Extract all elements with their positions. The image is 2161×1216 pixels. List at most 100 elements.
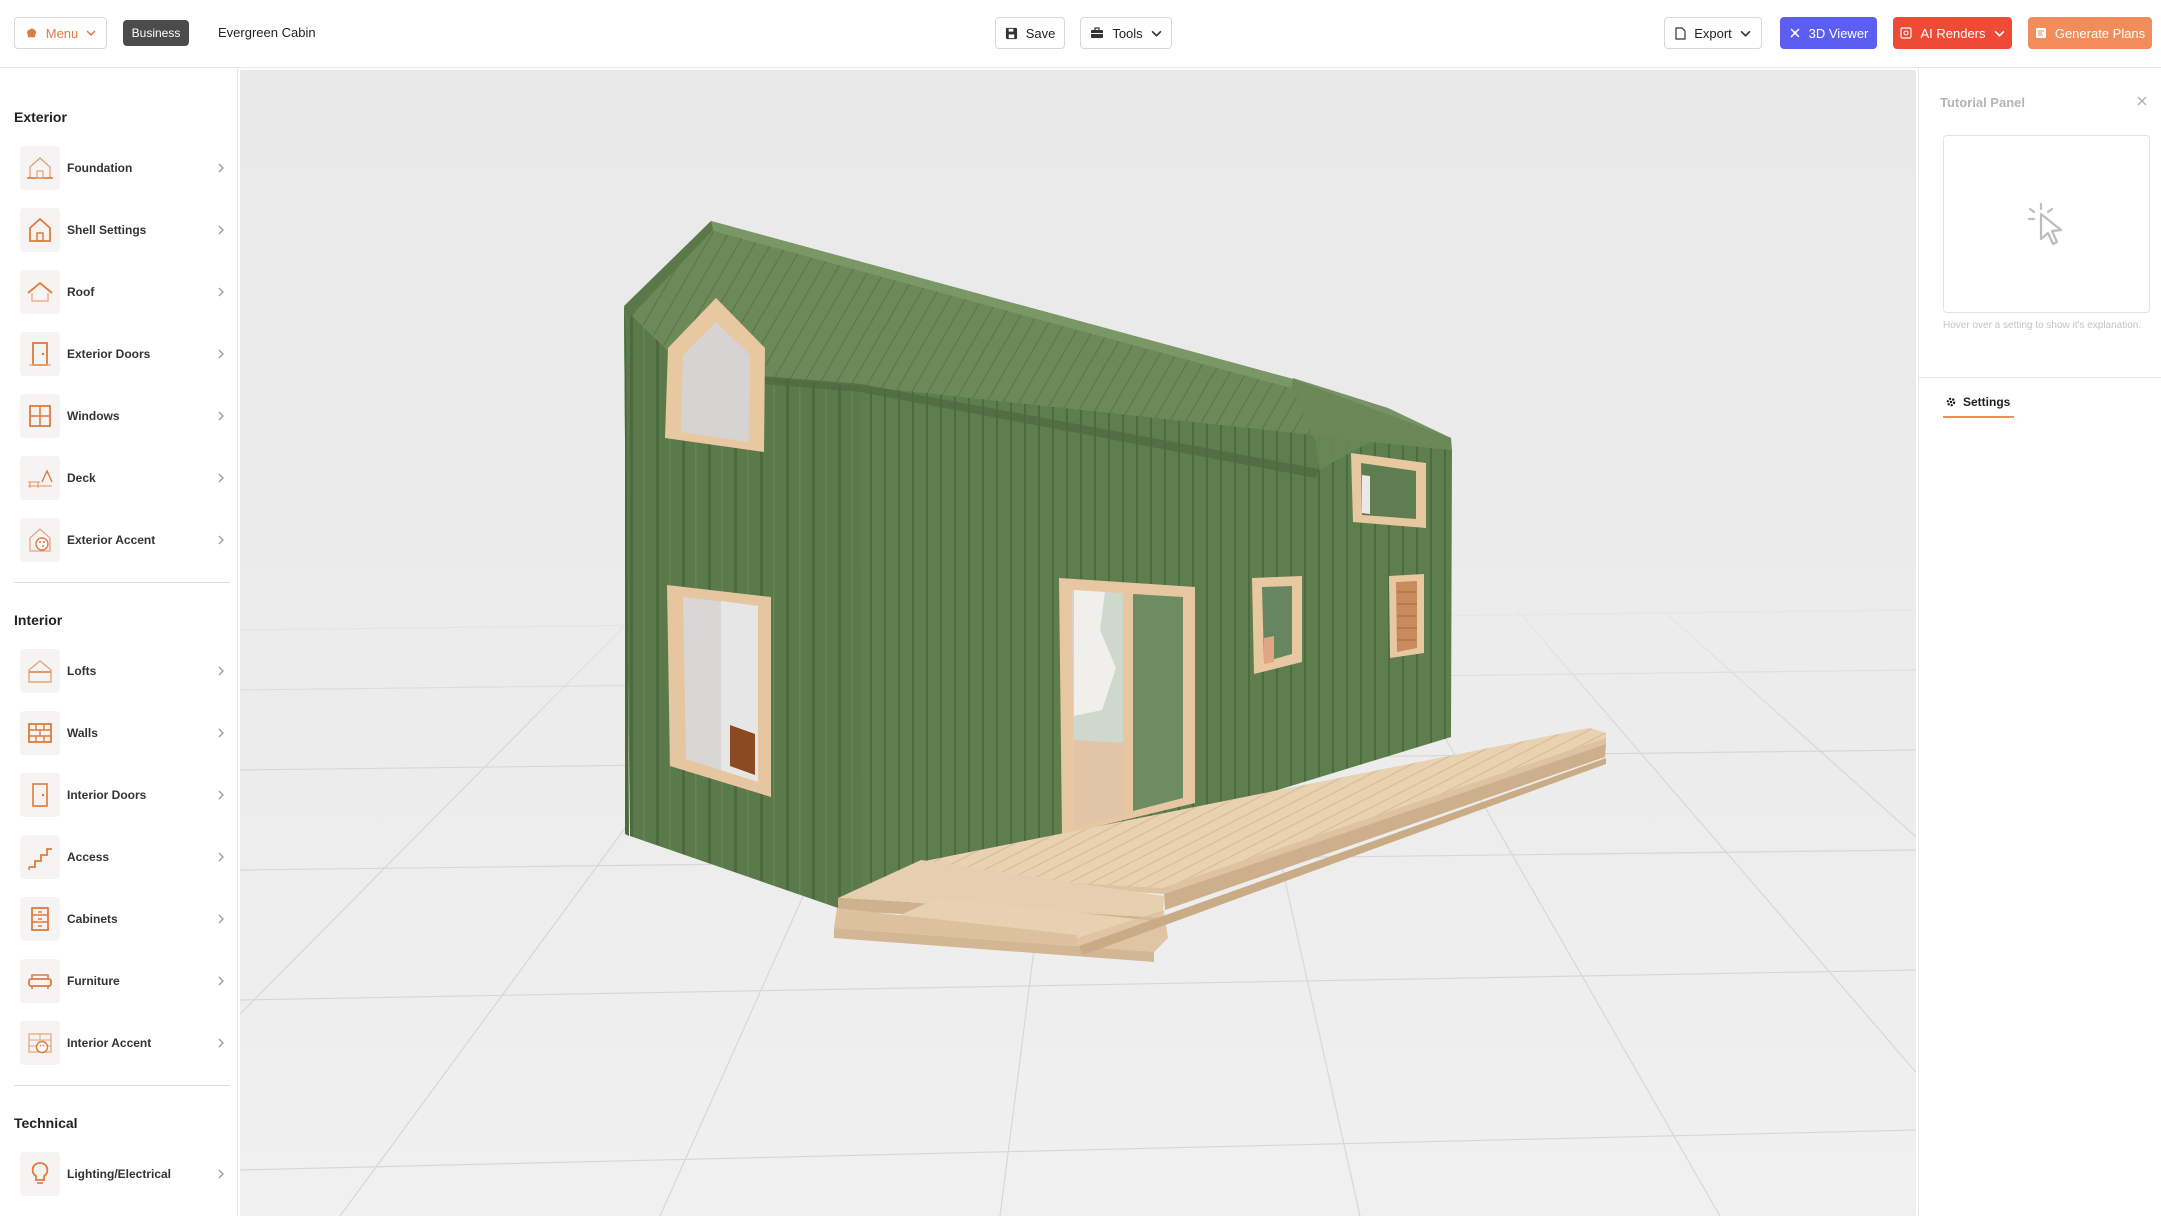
sidebar-item-exterior-accent[interactable]: Exterior Accent [20,516,230,564]
menu-button[interactable]: Menu [14,17,107,49]
sidebar-item-exterior-doors[interactable]: Exterior Doors [20,330,230,378]
export-label: Export [1694,25,1732,41]
sidebar-item-interior-doors[interactable]: Interior Doors [20,771,230,819]
loft-icon [20,649,60,693]
sidebar-item-windows[interactable]: Windows [20,392,230,440]
generate-plans-label: Generate Plans [2054,25,2146,41]
foundation-icon [20,146,60,190]
sidebar-item-interior-accent[interactable]: Interior Accent [20,1019,230,1067]
project-name[interactable]: Evergreen Cabin [218,25,316,40]
sidebar-item-shell-settings[interactable]: Shell Settings [20,206,230,254]
ai-renders-dropdown[interactable]: AI Renders [1893,17,2012,49]
tutorial-panel: Tutorial Panel Hover over a setting to s… [1918,68,2161,1216]
sidebar-item-access[interactable]: Access [20,833,230,881]
3d-viewer-button[interactable]: 3D Viewer [1780,17,1877,49]
cursor-click-icon [2027,202,2062,246]
chevron-right-icon [214,471,228,485]
chevron-right-icon [214,912,228,926]
generate-plans-button[interactable]: Generate Plans [2028,17,2152,49]
sidebar-item-lighting-electrical[interactable]: Lighting/Electrical [20,1150,230,1198]
sofa-icon [20,959,60,1003]
chevron-right-icon [214,223,228,237]
chevron-right-icon [214,1036,228,1050]
palette-icon [20,518,60,562]
sidebar-item-label: Furniture [67,974,120,988]
sidebar-item-label: Interior Accent [67,1036,152,1050]
sidebar-item-label: Lighting/Electrical [67,1167,172,1181]
door-icon [20,332,60,376]
blueprint-icon [2035,28,2046,38]
cabin-3d-scene[interactable] [240,70,1916,1216]
tools-label: Tools [1112,25,1143,41]
sidebar-item-label: Walls [67,726,98,740]
section-divider [14,1085,230,1086]
tutorial-preview-card [1943,135,2150,313]
3d-viewer-label: 3D Viewer [1808,25,1869,41]
tab-settings-label: Settings [1963,395,2011,409]
sidebar-item-roof[interactable]: Roof [20,268,230,316]
sidebar-item-foundation[interactable]: Foundation [20,144,230,192]
chevron-right-icon [214,409,228,423]
section-title-technical: Technical [14,1115,78,1131]
chevron-down-icon [1994,30,2005,37]
window-icon [20,394,60,438]
chevron-right-icon [214,533,228,547]
chevron-right-icon [214,347,228,361]
stairs-icon [20,835,60,879]
chevron-down-icon [86,30,96,37]
sidebar-item-label: Shell Settings [67,223,147,237]
3d-viewport[interactable] [240,70,1916,1216]
deck-icon [20,456,60,500]
top-bar: Menu Business Evergreen Cabin Save Tools… [0,0,2161,68]
chevron-down-icon [1740,30,1751,37]
chevron-right-icon [214,664,228,678]
document-icon [1675,26,1686,40]
settings-sidebar: Exterior Foundation Shell Settings Roof … [0,68,238,1216]
export-dropdown[interactable]: Export [1664,17,1762,49]
narrow-window [1389,574,1424,658]
chevron-right-icon [214,726,228,740]
panel-divider [1919,377,2161,378]
tools-dropdown[interactable]: Tools [1080,17,1172,49]
chevron-down-icon [1151,30,1162,37]
close-icon[interactable] [2135,94,2149,108]
section-divider [14,582,230,583]
tall-window [667,585,771,797]
sidebar-item-label: Lofts [67,664,97,678]
chevron-right-icon [214,1167,228,1181]
floppy-disk-icon [1005,27,1017,39]
palette-icon [20,1021,60,1065]
sidebar-item-walls[interactable]: Walls [20,709,230,757]
tab-settings[interactable]: Settings [1943,394,2015,418]
sidebar-item-furniture[interactable]: Furniture [20,957,230,1005]
section-title-interior: Interior [14,612,63,628]
french-door [1059,578,1195,835]
sidebar-item-label: Roof [67,285,95,299]
door-icon [20,773,60,817]
sidebar-item-label: Windows [67,409,120,423]
section-title-exterior: Exterior [14,109,67,125]
sidebar-item-lofts[interactable]: Lofts [20,647,230,695]
sidebar-item-label: Interior Doors [67,788,147,802]
chevron-right-icon [214,974,228,988]
chevron-right-icon [214,850,228,864]
house-icon [20,208,60,252]
cabinet-icon [20,897,60,941]
save-label: Save [1025,25,1056,41]
save-button[interactable]: Save [995,17,1065,49]
sidebar-item-label: Exterior Accent [67,533,156,547]
plan-badge: Business [123,20,189,46]
sidebar-item-label: Foundation [67,161,133,175]
sidebar-item-cabinets[interactable]: Cabinets [20,895,230,943]
chevron-right-icon [214,285,228,299]
chevron-right-icon [214,161,228,175]
sidebar-item-deck[interactable]: Deck [20,454,230,502]
roof-icon [20,270,60,314]
gear-icon [1946,397,1956,407]
ai-renders-label: AI Renders [1920,25,1986,41]
upper-right-window [1351,453,1426,528]
cube-3d-icon [1790,28,1800,38]
sidebar-item-label: Exterior Doors [67,347,151,361]
tutorial-hint: Hover over a setting to show it's explan… [1943,320,2142,331]
tutorial-panel-title: Tutorial Panel [1940,95,2025,110]
